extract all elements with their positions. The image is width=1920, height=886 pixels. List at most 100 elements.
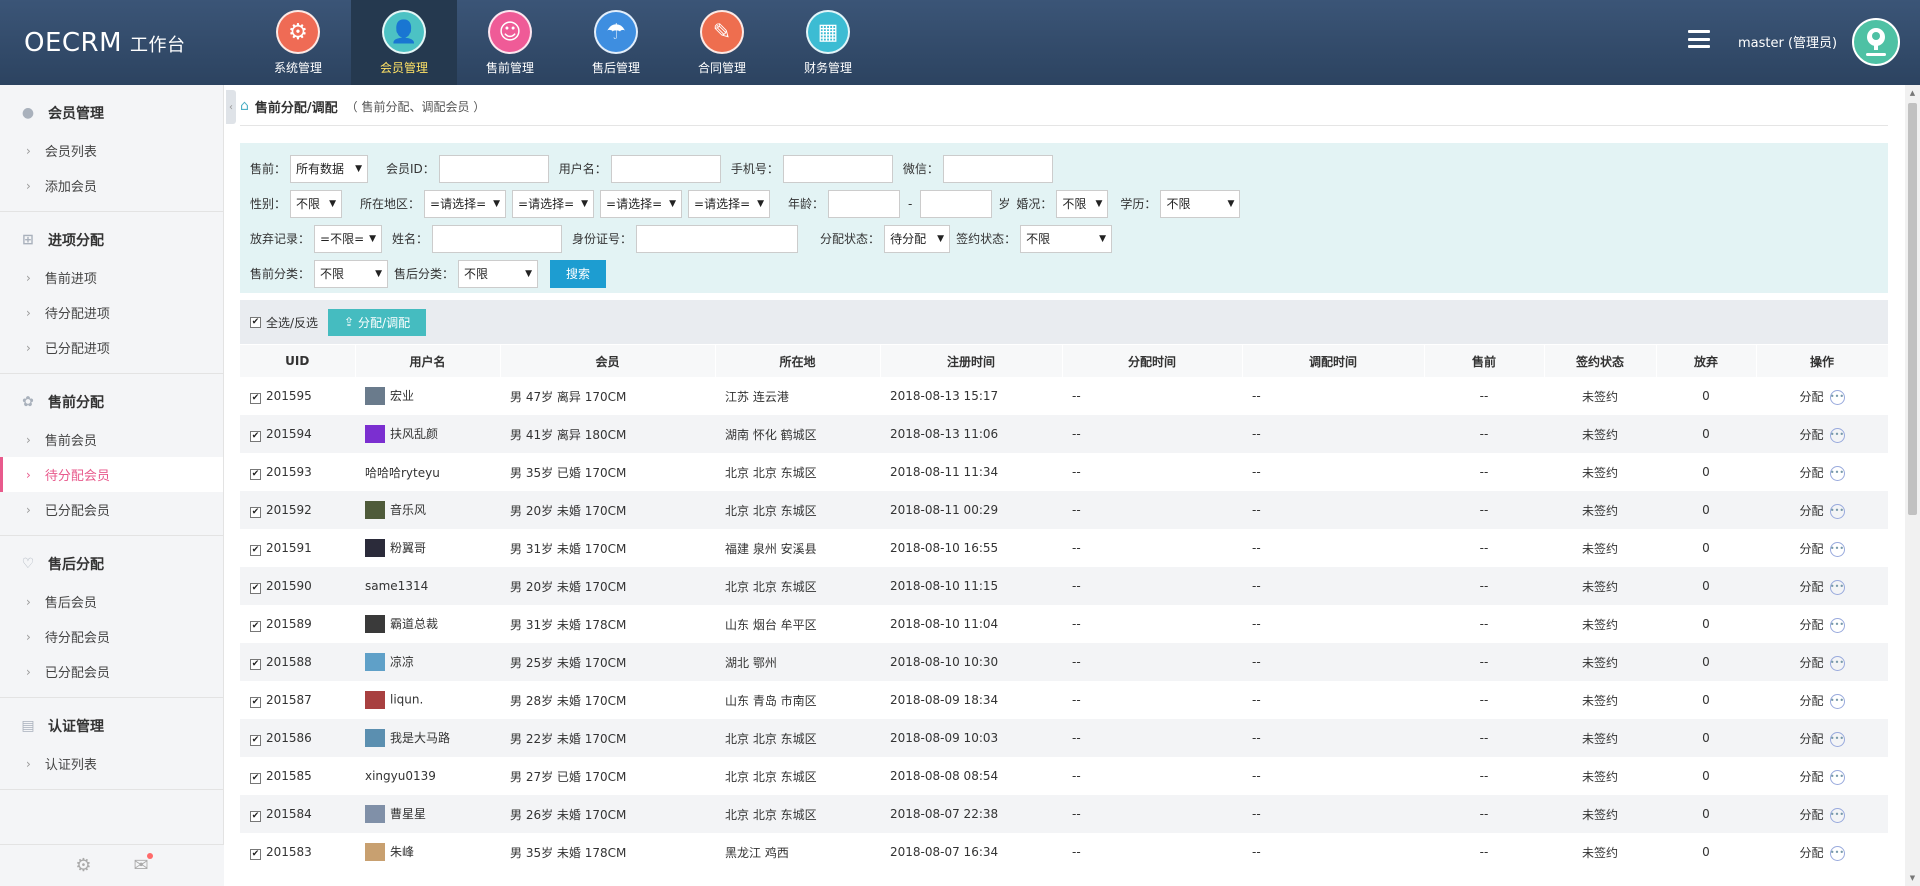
row-checkbox[interactable]: ✔ <box>250 696 261 708</box>
more-options-icon[interactable]: ••• <box>1829 617 1845 633</box>
more-options-icon[interactable]: ••• <box>1829 427 1845 443</box>
uid-input[interactable] <box>438 154 549 183</box>
row-checkbox[interactable]: ✔ <box>250 544 261 556</box>
age-min-input[interactable] <box>828 189 901 218</box>
marriage-select[interactable]: 不限 ▼ <box>1056 189 1109 218</box>
topnav-item[interactable]: ☺ 售前管理 <box>457 0 563 85</box>
username-input[interactable] <box>610 154 721 183</box>
row-checkbox[interactable]: ✔ <box>250 848 261 860</box>
row-checkbox[interactable]: ✔ <box>250 506 261 518</box>
sidebar-collapse-handle[interactable]: ‹ <box>226 90 236 124</box>
phone-input[interactable] <box>782 154 893 183</box>
row-checkbox[interactable]: ✔ <box>250 620 261 632</box>
table-row[interactable]: ✔ 201594 扶风乱颜 男 41岁 离异 180CM 湖南 怀化 鹤城区 2018-0… <box>240 415 1888 453</box>
sidebar-item[interactable]: › 售后会员 <box>0 584 223 619</box>
sidebar-item[interactable]: › 添加会员 <box>0 168 223 203</box>
more-options-icon[interactable]: ••• <box>1829 845 1845 861</box>
sidebar-group-title[interactable]: ⊞ 进项分配 <box>0 212 223 260</box>
assign-link[interactable]: 分配 <box>1799 846 1823 860</box>
assign-link[interactable]: 分配 <box>1799 466 1823 480</box>
assign-link[interactable]: 分配 <box>1799 504 1823 518</box>
menu-toggle-icon[interactable] <box>1688 30 1710 48</box>
assign-link[interactable]: 分配 <box>1799 428 1823 442</box>
sidebar-group-title[interactable]: ♡ 售后分配 <box>0 536 223 584</box>
city-select[interactable]: =请选择= ▼ <box>512 189 595 218</box>
postsale-category-select[interactable]: 不限 ▼ <box>458 259 539 288</box>
sidebar-item[interactable]: › 认证列表 <box>0 746 223 781</box>
sign-status-select[interactable]: 不限 ▼ <box>1020 224 1113 253</box>
user-name[interactable]: master (管理员) <box>1738 32 1837 51</box>
table-row[interactable]: ✔ 201593 哈哈哈ryteyu 男 35岁 已婚 170CM 北京 北京 东城区 2… <box>240 453 1888 491</box>
abandon-select[interactable]: =不限= ▼ <box>314 224 383 253</box>
topnav-item[interactable]: 👤 会员管理 <box>351 0 457 85</box>
sidebar-item[interactable]: › 已分配会员 <box>0 654 223 689</box>
more-options-icon[interactable]: ••• <box>1829 769 1845 785</box>
age-max-input[interactable] <box>920 189 993 218</box>
row-checkbox[interactable]: ✔ <box>250 392 261 404</box>
assign-button[interactable]: ⇪ 分配/调配 <box>328 308 427 336</box>
town-select[interactable]: =请选择= ▼ <box>688 189 771 218</box>
table-row[interactable]: ✔ 201584 曹星星 男 26岁 未婚 170CM 北京 北京 东城区 2018-08… <box>240 795 1888 833</box>
district-select[interactable]: =请选择= ▼ <box>600 189 683 218</box>
assign-link[interactable]: 分配 <box>1799 656 1823 670</box>
row-checkbox[interactable]: ✔ <box>250 468 261 480</box>
assign-status-select[interactable]: 待分配 ▼ <box>884 224 951 253</box>
sidebar-item[interactable]: › 售前进项 <box>0 260 223 295</box>
mail-icon[interactable]: ✉ <box>134 853 153 876</box>
scroll-up-icon[interactable]: ▲ <box>1908 89 1917 97</box>
sidebar-item[interactable]: › 售前会员 <box>0 422 223 457</box>
sidebar-item[interactable]: › 已分配会员 <box>0 492 223 527</box>
more-options-icon[interactable]: ••• <box>1829 465 1845 481</box>
topnav-item[interactable]: ☂ 售后管理 <box>563 0 669 85</box>
table-row[interactable]: ✔ 201585 xingyu0139 男 27岁 已婚 170CM 北京 北京 东城区… <box>240 757 1888 795</box>
table-row[interactable]: ✔ 201590 same1314 男 20岁 未婚 170CM 北京 北京 东城区 20… <box>240 567 1888 605</box>
user-avatar[interactable] <box>1852 18 1900 66</box>
table-row[interactable]: ✔ 201583 朱峰 男 35岁 未婚 178CM 黑龙江 鸡西 2018-08-07 … <box>240 833 1888 871</box>
topnav-item[interactable]: ✎ 合同管理 <box>669 0 775 85</box>
row-checkbox[interactable]: ✔ <box>250 810 261 822</box>
row-checkbox[interactable]: ✔ <box>250 582 261 594</box>
sidebar-group-title[interactable]: ● 会员管理 <box>0 85 223 133</box>
row-checkbox[interactable]: ✔ <box>250 734 261 746</box>
more-options-icon[interactable]: ••• <box>1829 503 1845 519</box>
gender-select[interactable]: 不限 ▼ <box>290 189 343 218</box>
sidebar-item[interactable]: › 待分配进项 <box>0 295 223 330</box>
table-row[interactable]: ✔ 201589 霸道总裁 男 31岁 未婚 178CM 山东 烟台 牟平区 2018-0… <box>240 605 1888 643</box>
table-row[interactable]: ✔ 201587 liqun. 男 28岁 未婚 170CM 山东 青岛 市南区 2018… <box>240 681 1888 719</box>
topnav-item[interactable]: ⚙ 系统管理 <box>245 0 351 85</box>
sidebar-item[interactable]: › 待分配会员 <box>0 619 223 654</box>
table-row[interactable]: ✔ 201591 粉翼哥 男 31岁 未婚 170CM 福建 泉州 安溪县 2018-08… <box>240 529 1888 567</box>
checkbox-icon[interactable]: ✔ <box>250 316 261 328</box>
more-options-icon[interactable]: ••• <box>1829 579 1845 595</box>
assign-link[interactable]: 分配 <box>1799 694 1823 708</box>
more-options-icon[interactable]: ••• <box>1829 807 1845 823</box>
name-input[interactable] <box>432 224 563 253</box>
province-select[interactable]: =请选择= ▼ <box>424 189 507 218</box>
presale-category-select[interactable]: 不限 ▼ <box>314 259 389 288</box>
table-row[interactable]: ✔ 201592 音乐风 男 20岁 未婚 170CM 北京 北京 东城区 2018-08… <box>240 491 1888 529</box>
more-options-icon[interactable]: ••• <box>1829 389 1845 405</box>
more-options-icon[interactable]: ••• <box>1829 731 1845 747</box>
wechat-input[interactable] <box>942 154 1053 183</box>
assign-link[interactable]: 分配 <box>1799 770 1823 784</box>
assign-link[interactable]: 分配 <box>1799 732 1823 746</box>
table-row[interactable]: ✔ 201586 我是大马路 男 22岁 未婚 170CM 北京 北京 东城区 2018-… <box>240 719 1888 757</box>
sidebar-item[interactable]: › 待分配会员 <box>0 457 223 492</box>
assign-link[interactable]: 分配 <box>1799 390 1823 404</box>
row-checkbox[interactable]: ✔ <box>250 430 261 442</box>
table-row[interactable]: ✔ 201588 凉凉 男 25岁 未婚 170CM 湖北 鄂州 2018-08-10 1… <box>240 643 1888 681</box>
sidebar-group-title[interactable]: ✿ 售前分配 <box>0 374 223 422</box>
assign-link[interactable]: 分配 <box>1799 618 1823 632</box>
presale-select[interactable]: 所有数据 ▼ <box>290 154 369 183</box>
assign-link[interactable]: 分配 <box>1799 542 1823 556</box>
scroll-down-icon[interactable]: ▼ <box>1908 874 1917 882</box>
assign-link[interactable]: 分配 <box>1799 580 1823 594</box>
topnav-item[interactable]: ▦ 财务管理 <box>775 0 881 85</box>
sidebar-item[interactable]: › 已分配进项 <box>0 330 223 365</box>
app-logo[interactable]: OECRM 工作台 <box>24 28 186 58</box>
select-all-toggle[interactable]: ✔ 全选/反选 <box>250 314 318 331</box>
row-checkbox[interactable]: ✔ <box>250 772 261 784</box>
sidebar-item[interactable]: › 会员列表 <box>0 133 223 168</box>
table-row[interactable]: ✔ 201595 宏业 男 47岁 离异 170CM 江苏 连云港 2018-08-13 … <box>240 377 1888 415</box>
sidebar-group-title[interactable]: ▤ 认证管理 <box>0 698 223 746</box>
